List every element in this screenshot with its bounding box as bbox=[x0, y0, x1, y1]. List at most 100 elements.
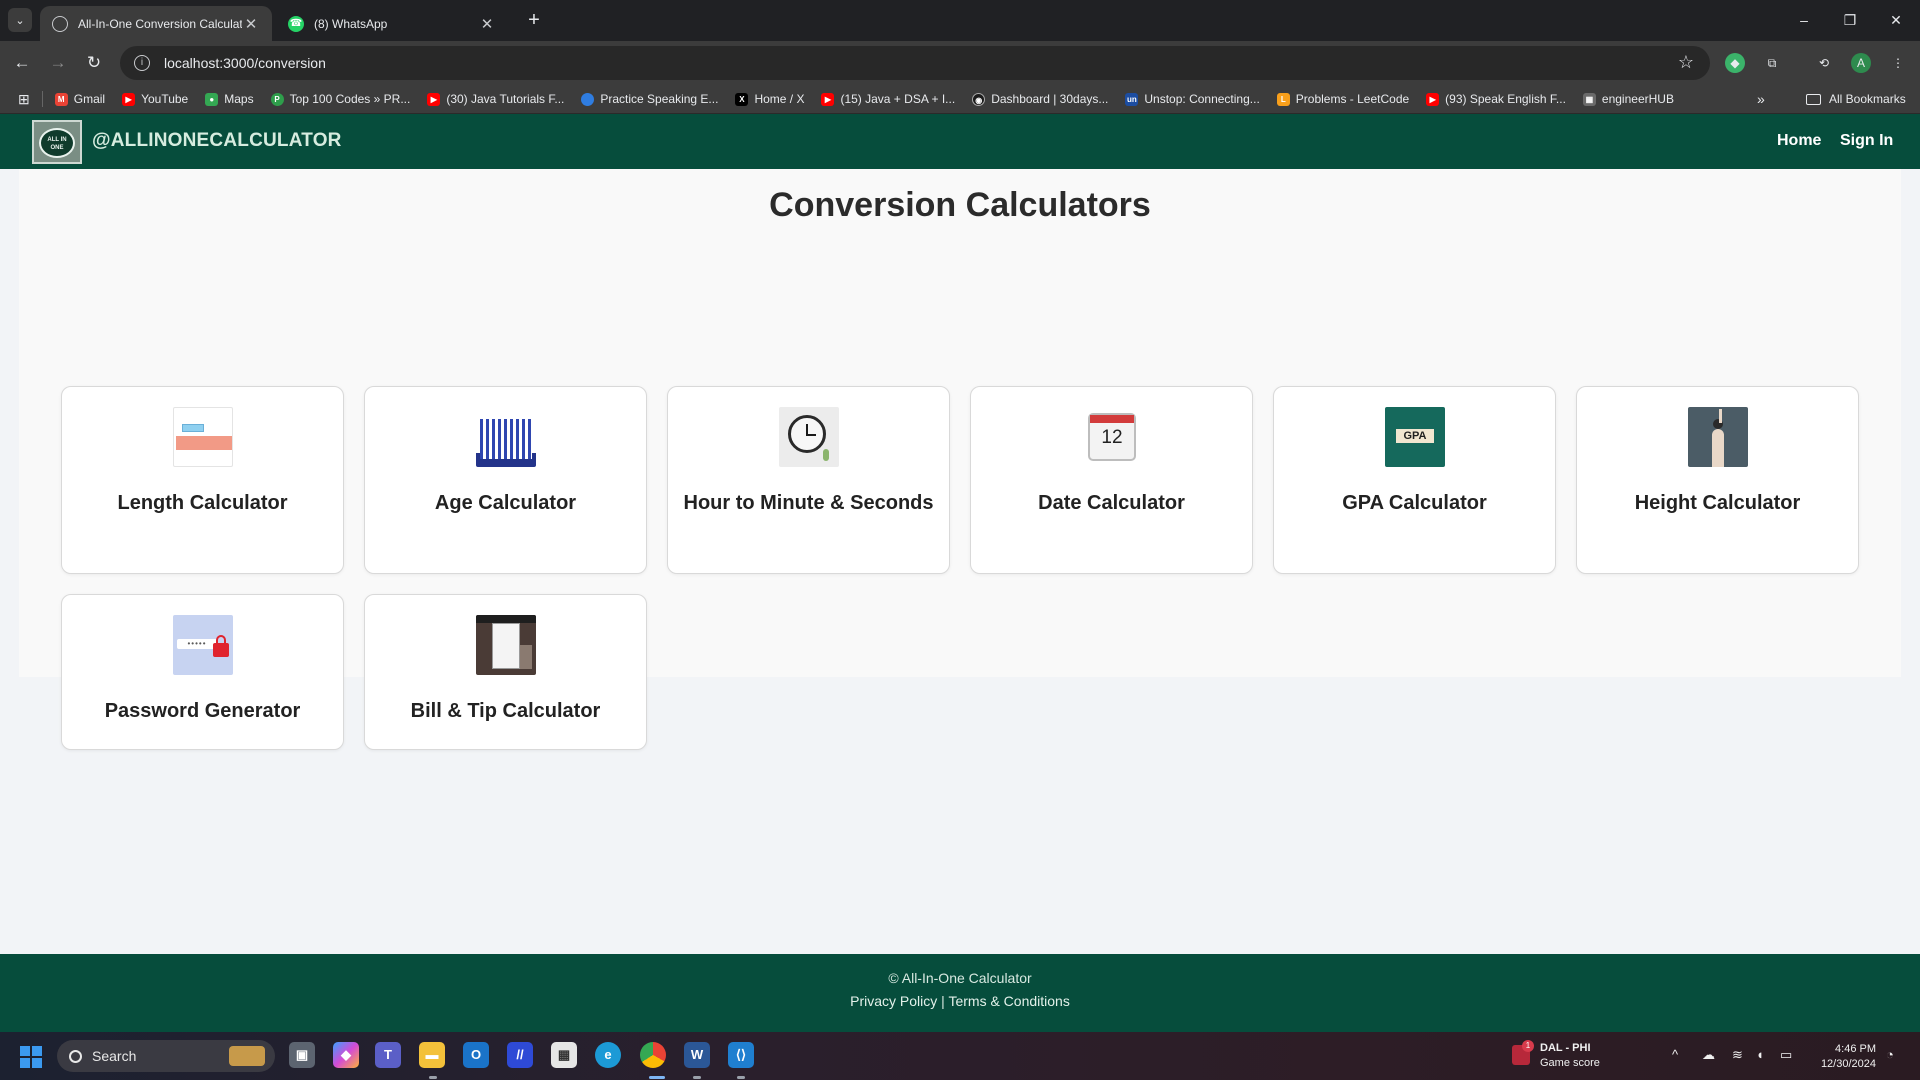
bookmark-label: engineerHUB bbox=[1601, 92, 1674, 106]
bookmark-java-tutorials[interactable]: ▶ (30) Java Tutorials F... bbox=[427, 92, 564, 106]
card-hour-to-minute-seconds[interactable]: Hour to Minute & Seconds bbox=[667, 386, 950, 574]
card-label: Password Generator bbox=[104, 700, 301, 722]
tray-chevron-up-icon[interactable]: ^ bbox=[1672, 1047, 1678, 1062]
wifi-icon[interactable]: ≋ bbox=[1732, 1047, 1743, 1063]
onedrive-cloud-icon[interactable]: ☁ bbox=[1702, 1047, 1715, 1063]
bookmark-youtube[interactable]: ▶ YouTube bbox=[122, 92, 188, 106]
bookmark-practice-speaking[interactable]: Practice Speaking E... bbox=[581, 92, 718, 106]
card-label: Length Calculator bbox=[117, 492, 288, 514]
bookmark-java-dsa[interactable]: ▶ (15) Java + DSA + I... bbox=[821, 92, 955, 106]
site-brand[interactable]: @ALLINONECALCULATOR bbox=[92, 130, 342, 152]
pen-app-icon[interactable]: // bbox=[507, 1042, 533, 1068]
gpa-image: GPA bbox=[1385, 407, 1445, 467]
bookmark-label: Top 100 Codes » PR... bbox=[289, 92, 411, 106]
forward-arrow-icon[interactable]: → bbox=[46, 51, 70, 75]
file-explorer-icon[interactable]: ▬ bbox=[419, 1042, 445, 1068]
card-label: Hour to Minute & Seconds bbox=[683, 492, 934, 514]
chrome-icon[interactable] bbox=[640, 1042, 666, 1068]
hub-icon: ▦ bbox=[1582, 92, 1596, 106]
bookmark-label: Practice Speaking E... bbox=[600, 92, 719, 106]
extensions-puzzle-icon[interactable]: ⧉ bbox=[1762, 53, 1782, 73]
card-age-calculator[interactable]: Age Calculator bbox=[364, 386, 647, 574]
site-logo[interactable]: ALL IN ONE bbox=[32, 120, 82, 164]
tab-search-chevron-icon[interactable]: ⌄ bbox=[8, 8, 32, 32]
task-view-icon[interactable]: ▣ bbox=[289, 1042, 315, 1068]
new-tab-plus-icon[interactable]: + bbox=[520, 6, 548, 34]
notification-bell-icon[interactable]: ◔ bbox=[1886, 1047, 1894, 1062]
minimize-icon[interactable]: – bbox=[1782, 8, 1826, 32]
word-icon[interactable]: W bbox=[684, 1042, 710, 1068]
card-gpa-calculator[interactable]: GPA GPA Calculator bbox=[1273, 386, 1556, 574]
conversion-section: Conversion Calculators Length Calculator… bbox=[19, 169, 1901, 750]
bookmark-engineerhub[interactable]: ▦ engineerHUB bbox=[1582, 92, 1674, 106]
news-widget[interactable]: DAL - PHI Game score bbox=[1540, 1041, 1600, 1071]
edge-icon[interactable]: e bbox=[595, 1042, 621, 1068]
menu-dots-icon[interactable]: ⋮ bbox=[1888, 53, 1908, 73]
reload-icon[interactable]: ↻ bbox=[82, 51, 106, 75]
outlook-icon[interactable]: O bbox=[463, 1042, 489, 1068]
terms-conditions-link[interactable]: Terms & Conditions bbox=[948, 993, 1069, 1009]
more-bookmarks-chevron-icon[interactable]: » bbox=[1757, 91, 1765, 107]
bookmark-gmail[interactable]: M Gmail bbox=[54, 92, 106, 106]
windows-start-icon[interactable] bbox=[20, 1046, 42, 1068]
all-bookmarks-button[interactable]: All Bookmarks bbox=[1806, 92, 1906, 106]
apps-grid-icon[interactable]: ⊞ bbox=[18, 91, 30, 108]
card-bill-tip-calculator[interactable]: Bill & Tip Calculator bbox=[364, 594, 647, 750]
teams-icon[interactable]: T bbox=[375, 1042, 401, 1068]
bookmark-top-100-codes[interactable]: P Top 100 Codes » PR... bbox=[270, 92, 411, 106]
volume-icon[interactable]: ◖ bbox=[1756, 1047, 1764, 1062]
profile-avatar[interactable]: A bbox=[1851, 53, 1871, 73]
card-password-generator[interactable]: ••••• Password Generator bbox=[61, 594, 344, 750]
site-footer: © All-In-One Calculator Privacy Policy |… bbox=[0, 954, 1920, 1033]
nav-sign-in-link[interactable]: Sign In bbox=[1840, 132, 1893, 150]
bookmark-label: (30) Java Tutorials F... bbox=[446, 92, 565, 106]
card-label: Age Calculator bbox=[434, 492, 577, 514]
site-info-icon[interactable]: i bbox=[134, 55, 150, 71]
tab-title: All-In-One Conversion Calculat bbox=[78, 16, 242, 31]
card-height-calculator[interactable]: Height Calculator bbox=[1576, 386, 1859, 574]
bookmark-label: Unstop: Connecting... bbox=[1144, 92, 1260, 106]
close-icon[interactable]: ✕ bbox=[478, 15, 496, 33]
footer-copyright: © All-In-One Calculator bbox=[888, 970, 1032, 986]
bookmark-home-x[interactable]: X Home / X bbox=[735, 92, 804, 106]
bookmark-dashboard[interactable]: ◉ Dashboard | 30days... bbox=[972, 92, 1108, 106]
bookmark-leetcode[interactable]: L Problems - LeetCode bbox=[1276, 92, 1410, 106]
restore-icon[interactable]: ❐ bbox=[1828, 8, 1872, 32]
store-icon[interactable]: ▦ bbox=[551, 1042, 577, 1068]
footer-separator: | bbox=[941, 993, 945, 1009]
back-arrow-icon[interactable]: ← bbox=[10, 51, 34, 75]
card-label: GPA Calculator bbox=[1342, 492, 1487, 514]
vscode-icon[interactable]: ⟨⟩ bbox=[728, 1042, 754, 1068]
folder-icon bbox=[1806, 93, 1821, 105]
window-close-icon[interactable]: ✕ bbox=[1874, 8, 1918, 32]
bookmark-label: Dashboard | 30days... bbox=[991, 92, 1109, 106]
x-icon: X bbox=[735, 92, 749, 106]
globe-icon bbox=[581, 92, 595, 106]
copilot-icon[interactable]: ◆ bbox=[333, 1042, 359, 1068]
battery-icon[interactable]: ▭ bbox=[1780, 1047, 1792, 1063]
youtube-icon: ▶ bbox=[427, 92, 441, 106]
system-clock[interactable]: 4:46 PM 12/30/2024 bbox=[1810, 1042, 1876, 1072]
bookmark-label: Problems - LeetCode bbox=[1295, 92, 1410, 106]
bookmark-label: (93) Speak English F... bbox=[1445, 92, 1566, 106]
tab-conversion[interactable]: All-In-One Conversion Calculat ✕ bbox=[40, 6, 272, 41]
site-header: ALL IN ONE @ALLINONECALCULATOR Home Sign… bbox=[0, 114, 1920, 169]
bookmark-unstop[interactable]: un Unstop: Connecting... bbox=[1125, 92, 1260, 106]
extension-leaf-icon[interactable]: ◆ bbox=[1725, 53, 1745, 73]
bookmark-speak-english[interactable]: ▶ (93) Speak English F... bbox=[1426, 92, 1566, 106]
card-length-calculator[interactable]: Length Calculator bbox=[61, 386, 344, 574]
performance-icon[interactable]: ⟲ bbox=[1814, 53, 1834, 73]
all-bookmarks-label: All Bookmarks bbox=[1829, 92, 1906, 106]
taskbar-search-box[interactable]: Search bbox=[57, 1040, 275, 1072]
nav-home-link[interactable]: Home bbox=[1777, 132, 1821, 150]
bookmark-label: Gmail bbox=[73, 92, 106, 106]
privacy-policy-link[interactable]: Privacy Policy bbox=[850, 993, 937, 1009]
address-bar[interactable]: i localhost:3000/conversion ☆ bbox=[120, 46, 1710, 80]
card-label: Height Calculator bbox=[1634, 492, 1801, 514]
card-date-calculator[interactable]: 12 Date Calculator bbox=[970, 386, 1253, 574]
bookmark-star-icon[interactable]: ☆ bbox=[1678, 52, 1694, 73]
tab-whatsapp[interactable]: ☎ (8) WhatsApp ✕ bbox=[276, 6, 508, 41]
bookmark-maps[interactable]: ● Maps bbox=[205, 92, 254, 106]
close-icon[interactable]: ✕ bbox=[242, 15, 260, 33]
bookmark-separator bbox=[41, 91, 43, 107]
